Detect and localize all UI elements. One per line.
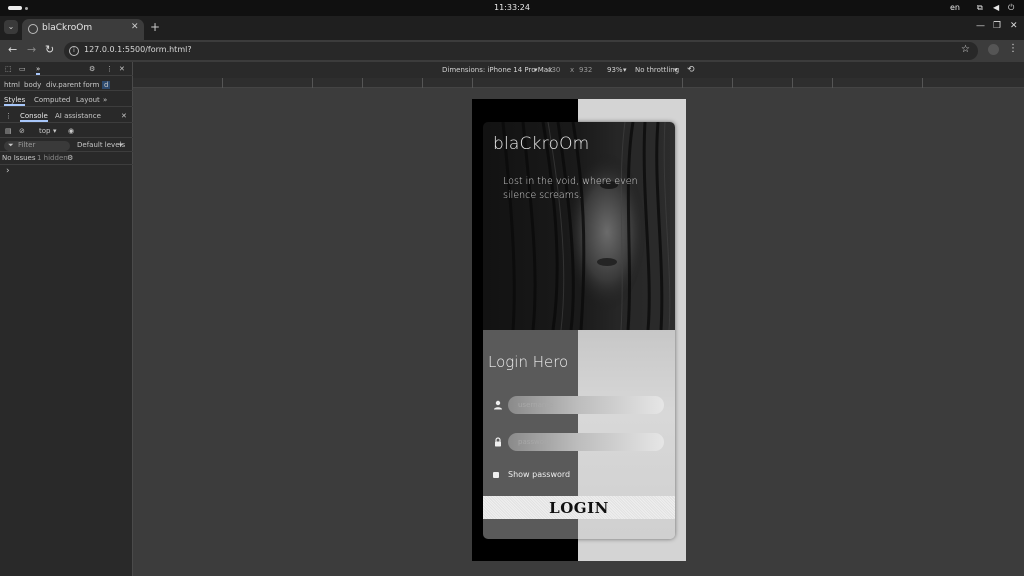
login-button[interactable]: LOGIN [483, 496, 675, 519]
browser-tab[interactable]: blaCkroOm ✕ [22, 19, 144, 40]
console-settings-icon[interactable]: ⚙ [67, 154, 73, 162]
console-filter-row: ⏷ Filter Default levels ▾ [0, 140, 133, 152]
inspect-icon[interactable]: ⬚ [5, 65, 12, 73]
devtools-menu-icon[interactable]: ⋮ [106, 65, 113, 73]
show-password-label[interactable]: Show password [508, 470, 570, 479]
user-icon [494, 400, 502, 410]
context-select[interactable]: top [39, 127, 50, 135]
navigation-bar: ← → ↻ i 127.0.0.1:5500/form.html? ☆ ⋮ [0, 40, 1024, 62]
sidebar-toggle-icon[interactable]: ▤ [5, 127, 12, 135]
tab-title: blaCkroOm [42, 23, 93, 33]
reload-icon[interactable]: ↻ [45, 43, 54, 56]
breadcrumb-body[interactable]: body [24, 81, 41, 89]
tab-search-button[interactable]: ⌄ [4, 20, 18, 34]
address-bar[interactable]: i 127.0.0.1:5500/form.html? ☆ [64, 42, 978, 60]
dimension-separator: x [570, 66, 575, 74]
new-tab-button[interactable]: + [150, 20, 160, 34]
device-toggle-icon[interactable]: ▭ [19, 65, 26, 73]
tab-layout[interactable]: Layout [76, 96, 100, 104]
issues-count[interactable]: No Issues [2, 154, 36, 162]
restore-icon[interactable]: ❐ [993, 21, 1001, 31]
tab-console[interactable]: Console [20, 112, 48, 122]
media-query-ruler[interactable] [133, 78, 1024, 88]
chevron-down-icon: ▾ [674, 66, 678, 74]
breadcrumb-form[interactable]: form [83, 81, 99, 89]
device-height[interactable]: 932 [579, 66, 592, 74]
clear-console-icon[interactable]: ⊘ [19, 127, 25, 135]
brand-title: blaCkroOm [493, 134, 590, 154]
globe-icon [28, 24, 38, 34]
settings-gear-icon[interactable]: ⚙ [89, 65, 95, 73]
more-panels-icon[interactable]: » [103, 96, 107, 104]
url-text[interactable]: 127.0.0.1:5500/form.html? [84, 45, 192, 54]
network-icon[interactable]: ⧉ [977, 3, 983, 13]
chevron-down-icon: ▾ [119, 141, 123, 149]
show-password-checkbox[interactable] [493, 472, 499, 478]
password-input[interactable] [508, 433, 664, 451]
drawer-close-icon[interactable]: ✕ [121, 112, 127, 120]
profile-avatar[interactable] [988, 44, 999, 55]
breadcrumb-html[interactable]: html [4, 81, 20, 89]
styles-tabs: Styles Computed Layout » [0, 94, 133, 107]
tagline: Lost in the void, where even silence scr… [503, 176, 638, 201]
drawer-tabs: ⋮ Console AI assistance ✕ [0, 110, 133, 123]
tab-styles[interactable]: Styles [4, 96, 26, 106]
tab-computed[interactable]: Computed [34, 96, 70, 104]
chevron-down-icon: ▾ [623, 66, 627, 74]
back-icon[interactable]: ← [8, 43, 17, 56]
console-prompt[interactable]: › [6, 166, 10, 176]
device-toolbar: Dimensions: iPhone 14 Pro Max ▾ 430 x 93… [133, 62, 1024, 78]
device-viewport: blaCkroOm Lost in the void, where even s… [472, 99, 686, 561]
login-card: blaCkroOm Lost in the void, where even s… [483, 122, 675, 539]
minimize-icon[interactable]: — [976, 21, 985, 31]
breadcrumb-selected[interactable]: d [102, 81, 111, 89]
system-clock[interactable]: 11:33:24 [0, 3, 1024, 12]
volume-icon[interactable]: ◀ [993, 3, 999, 12]
filter-icon: ⏷ [8, 141, 14, 149]
rotate-icon[interactable]: ⟲ [687, 65, 695, 75]
throttling-select[interactable]: No throttling [635, 66, 679, 74]
forward-icon[interactable]: → [27, 43, 36, 56]
issues-row: No Issues 1 hidden ⚙ [0, 153, 133, 165]
eye-icon[interactable]: ◉ [68, 127, 74, 135]
device-width[interactable]: 430 [547, 66, 560, 74]
zoom-select[interactable]: 93% [607, 66, 623, 74]
filter-placeholder: Filter [18, 141, 36, 149]
system-top-bar: 11:33:24 en ⧉ ◀ ⏻ [0, 0, 1024, 16]
bookmark-star-icon[interactable]: ☆ [961, 44, 970, 55]
breadcrumb-div-parent[interactable]: div.parent [46, 81, 81, 89]
console-toolbar: ▤ ⊘ top ▾ ◉ [0, 125, 133, 138]
site-info-icon[interactable]: i [69, 46, 79, 56]
close-tab-icon[interactable]: ✕ [131, 22, 139, 32]
devtools-panel: ⬚ ▭ » ⚙ ⋮ ✕ html body div.parent form d … [0, 62, 133, 576]
hero-image: blaCkroOm Lost in the void, where even s… [483, 122, 675, 330]
filter-input[interactable]: ⏷ Filter [4, 141, 70, 151]
hidden-count: 1 hidden [37, 154, 68, 162]
keyboard-language[interactable]: en [950, 3, 960, 12]
browser-menu-icon[interactable]: ⋮ [1008, 43, 1018, 54]
dom-breadcrumbs: html body div.parent form d [0, 79, 133, 91]
chevron-down-icon: ▾ [534, 66, 538, 74]
log-levels-select[interactable]: Default levels [77, 141, 125, 149]
more-tabs-icon[interactable]: » [36, 65, 41, 75]
lock-icon [495, 437, 501, 447]
power-icon[interactable]: ⏻ [1008, 3, 1014, 13]
devtools-close-icon[interactable]: ✕ [119, 65, 125, 73]
username-input[interactable] [508, 396, 664, 414]
chevron-down-icon: ▾ [53, 127, 57, 135]
drawer-menu-icon[interactable]: ⋮ [5, 112, 12, 120]
form-title: Login Hero [488, 353, 569, 371]
login-form: Login Hero Show password LOGIN [483, 330, 675, 539]
devtools-toolbar: ⬚ ▭ » ⚙ ⋮ ✕ [0, 62, 133, 76]
tab-strip: ⌄ blaCkroOm ✕ + — ❐ ✕ [0, 16, 1024, 40]
tab-ai-assistance[interactable]: AI assistance [55, 112, 101, 120]
close-window-icon[interactable]: ✕ [1010, 21, 1018, 31]
